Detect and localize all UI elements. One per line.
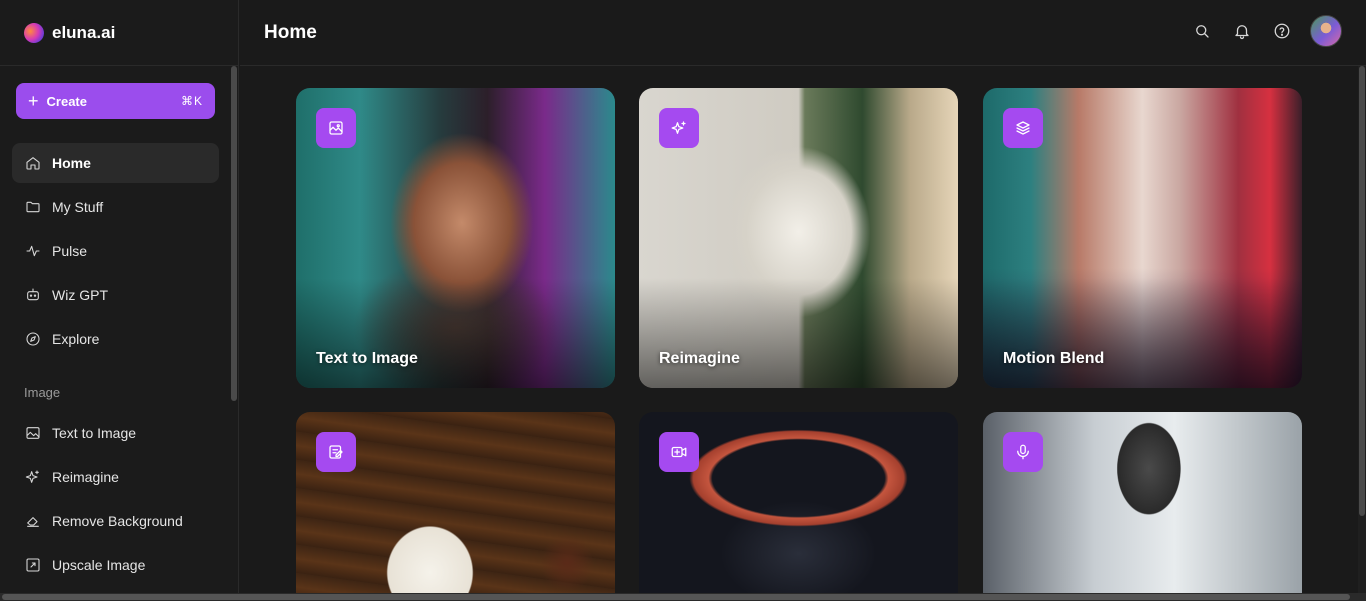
image-nav: Text to Image Reimagine Remove Backgroun… <box>12 413 219 589</box>
video-plus-icon <box>659 432 699 472</box>
create-shortcut: ⌘K <box>180 94 203 108</box>
card-label: Text to Image <box>316 350 418 367</box>
bot-icon <box>25 287 41 303</box>
sidebar-item-label: Remove Background <box>52 513 183 529</box>
card-video[interactable] <box>639 412 958 601</box>
image-icon <box>316 108 356 148</box>
app-root: eluna.ai + Create ⌘K Home My Stuff Pulse… <box>0 0 1366 601</box>
main-nav: Home My Stuff Pulse Wiz GPT Explore <box>12 143 219 363</box>
sidebar-item-explore[interactable]: Explore <box>12 319 219 359</box>
sidebar-item-label: Wiz GPT <box>52 287 108 303</box>
sidebar-item-label: My Stuff <box>52 199 104 215</box>
sidebar-item-label: Home <box>52 155 91 171</box>
card-label: Motion Blend <box>1003 350 1105 367</box>
sidebar-item-reimagine[interactable]: Reimagine <box>12 457 219 497</box>
sidebar-item-upscale-image[interactable]: Upscale Image <box>12 545 219 585</box>
sidebar-item-remove-background[interactable]: Remove Background <box>12 501 219 541</box>
section-label-image: Image <box>24 385 61 400</box>
upscale-icon <box>25 557 41 573</box>
pulse-icon <box>25 243 41 259</box>
card-text-to-image[interactable]: Text to Image <box>296 88 615 388</box>
sidebar-item-label: Pulse <box>52 243 88 259</box>
sidebar-item-label: Text to Image <box>52 425 137 441</box>
sidebar-item-wiz-gpt[interactable]: Wiz GPT <box>12 275 219 315</box>
bell-icon[interactable] <box>1232 21 1252 41</box>
sidebar-item-home[interactable]: Home <box>12 143 219 183</box>
card-audio[interactable] <box>983 412 1302 601</box>
header-actions <box>1172 15 1342 47</box>
scrollbar-thumb[interactable] <box>1359 66 1365 516</box>
sidebar-item-label: Reimagine <box>52 469 119 485</box>
create-label: Create <box>46 93 87 109</box>
brand[interactable]: eluna.ai <box>0 0 238 66</box>
plus-icon: + <box>28 91 39 111</box>
brand-logo-icon <box>21 19 47 46</box>
microphone-icon <box>1003 432 1043 472</box>
sidebar-item-text-to-image[interactable]: Text to Image <box>12 413 219 453</box>
sparkles-icon <box>659 108 699 148</box>
main-vertical-scrollbar[interactable] <box>1358 66 1366 593</box>
card-shade <box>639 278 958 388</box>
compass-icon <box>25 331 41 347</box>
horizontal-scrollbar[interactable] <box>0 593 1366 601</box>
edit-icon <box>316 432 356 472</box>
card-shade <box>983 278 1302 388</box>
card-writing[interactable] <box>296 412 615 601</box>
sidebar-item-label: Upscale Image <box>52 557 146 573</box>
avatar[interactable] <box>1310 15 1342 47</box>
sidebar-item-my-stuff[interactable]: My Stuff <box>12 187 219 227</box>
brand-name: eluna.ai <box>52 22 116 42</box>
layers-icon <box>1003 108 1043 148</box>
scrollbar-thumb[interactable] <box>2 594 1350 600</box>
help-icon[interactable] <box>1272 21 1292 41</box>
sparkles-icon <box>25 469 41 485</box>
sidebar: eluna.ai + Create ⌘K Home My Stuff Pulse… <box>0 0 239 601</box>
sidebar-item-label: Explore <box>52 331 100 347</box>
card-reimagine[interactable]: Reimagine <box>639 88 958 388</box>
card-motion-blend[interactable]: Motion Blend <box>983 88 1302 388</box>
create-button[interactable]: + Create ⌘K <box>16 83 215 119</box>
image-icon <box>25 425 41 441</box>
sidebar-item-pulse[interactable]: Pulse <box>12 231 219 271</box>
page-title: Home <box>264 21 317 43</box>
eraser-icon <box>25 513 41 529</box>
home-icon <box>25 155 41 171</box>
card-shade <box>296 278 615 388</box>
card-label: Reimagine <box>659 350 740 367</box>
top-header: Home <box>240 0 1366 66</box>
search-icon[interactable] <box>1192 21 1212 41</box>
folder-icon <box>25 199 41 215</box>
sidebar-scrollbar[interactable] <box>231 66 237 401</box>
